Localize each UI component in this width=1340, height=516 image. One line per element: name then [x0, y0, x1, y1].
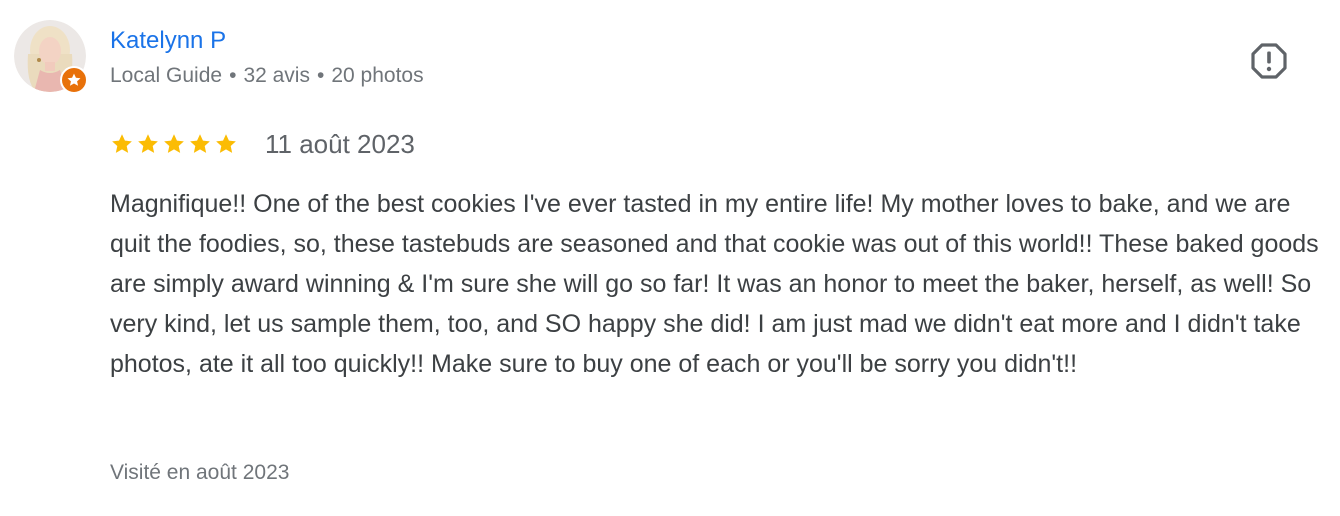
visited-date: Visité en août 2023 [110, 461, 290, 484]
local-guide-label: Local Guide [110, 64, 223, 87]
local-guide-badge [60, 66, 88, 94]
star-icon [138, 134, 158, 153]
review-text: Magnifique!! One of the best cookies I'v… [110, 190, 1319, 378]
local-guide-star-icon [67, 73, 81, 86]
report-review-button[interactable] [1248, 40, 1290, 82]
star-icon [216, 134, 236, 153]
photo-count: 20 photos [331, 64, 424, 87]
star-rating [110, 132, 238, 156]
rating-row: 11 août 2023 [110, 126, 415, 162]
star-icon [190, 134, 210, 153]
review-card: Katelynn P Local Guide • 32 avis • 20 photos… [0, 0, 1340, 516]
meta-separator: • [316, 64, 325, 87]
author-avatar[interactable] [14, 20, 88, 94]
author-meta: Local Guide • 32 avis • 20 photos [110, 63, 424, 89]
review-count: 32 avis [243, 64, 310, 87]
meta-separator: • [229, 64, 237, 87]
report-flag-icon [1251, 43, 1287, 79]
review-date: 11 août 2023 [265, 129, 415, 159]
author-name-link[interactable]: Katelynn P [110, 27, 226, 55]
star-icon [164, 134, 184, 153]
star-icon [112, 134, 132, 153]
